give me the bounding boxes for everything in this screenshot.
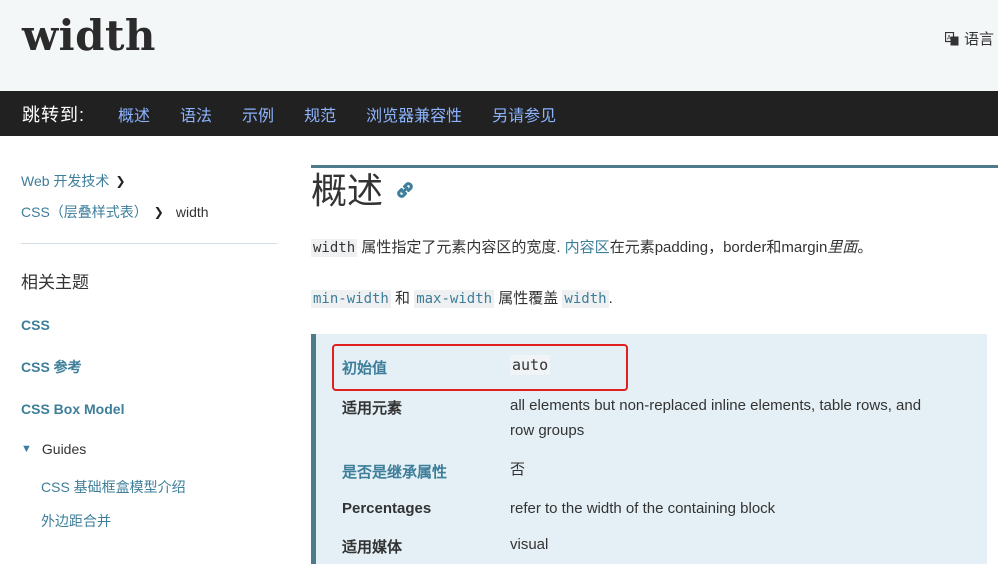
triangle-down-icon: ▼ xyxy=(21,443,32,455)
info-key: 适用元素 xyxy=(342,400,403,417)
sidebar: Web 开发技术 ❯ CSS（层叠样式表） ❯ width 相关主题 CSS C… xyxy=(21,165,277,531)
section-title: 概述 xyxy=(311,171,384,212)
translate-icon: A xyxy=(944,31,959,46)
breadcrumb-web-tech[interactable]: Web 开发技术 xyxy=(21,164,109,198)
sidebar-link-css[interactable]: CSS xyxy=(21,317,277,333)
breadcrumb-current: width xyxy=(175,203,209,220)
section-divider xyxy=(311,165,998,168)
chevron-right-icon: ❯ xyxy=(153,204,164,219)
info-key: 适用媒体 xyxy=(342,539,403,556)
jump-link-syntax[interactable]: 语法 xyxy=(180,102,212,126)
jump-link-examples[interactable]: 示例 xyxy=(242,102,274,126)
override-paragraph: min-width 和 max-width 属性覆盖 width. xyxy=(311,287,613,308)
para-emphasis: 里面 xyxy=(827,239,858,256)
breadcrumb: Web 开发技术 ❯ xyxy=(21,165,277,196)
sidebar-divider xyxy=(21,243,277,244)
sidebar-link-css-reference[interactable]: CSS 参考 xyxy=(21,357,277,377)
jump-link-specifications[interactable]: 规范 xyxy=(304,102,336,126)
jump-link-see-also[interactable]: 另请参见 xyxy=(492,102,556,126)
para-text: 和 xyxy=(390,290,415,307)
sidebar-link-css-box-model[interactable]: CSS Box Model xyxy=(21,401,277,417)
para-text: 属性指定了元素内容区的宽度. xyxy=(357,239,565,256)
breadcrumb: CSS（层叠样式表） ❯ width xyxy=(21,196,277,227)
info-key: Percentages xyxy=(342,500,432,517)
info-value: 否 xyxy=(510,461,526,478)
guides-toggle[interactable]: ▼ Guides xyxy=(21,441,277,457)
jump-label: 跳转到: xyxy=(22,104,86,125)
info-value: all elements but non-replaced inline ele… xyxy=(510,397,922,439)
language-label: 语言 xyxy=(963,31,994,48)
highlight-box xyxy=(332,344,628,391)
para-text: 。 xyxy=(857,239,873,256)
para-text: . xyxy=(608,290,613,307)
jump-link-browser-compat[interactable]: 浏览器兼容性 xyxy=(366,102,462,126)
para-text: 属性覆盖 xyxy=(494,290,563,307)
info-key-link[interactable]: 是否是继承属性 xyxy=(342,461,502,482)
page-header: width A 语言 xyxy=(0,0,998,91)
guide-item-margin-collapsing[interactable]: 外边距合并 xyxy=(41,511,277,531)
min-width-link[interactable]: min-width xyxy=(311,290,391,308)
overview-paragraph: width 属性指定了元素内容区的宽度. 内容区在元素padding，borde… xyxy=(311,236,872,257)
jump-link-overview[interactable]: 概述 xyxy=(118,102,150,126)
jump-bar: 跳转到: 概述 语法 示例 规范 浏览器兼容性 另请参见 xyxy=(0,91,998,136)
code-width: width xyxy=(311,239,358,257)
width-link[interactable]: width xyxy=(562,290,609,308)
max-width-link[interactable]: max-width xyxy=(414,290,495,308)
related-topics-title: 相关主题 xyxy=(21,273,89,293)
info-value: refer to the width of the containing blo… xyxy=(510,500,776,517)
page-title: width xyxy=(22,11,156,60)
content-area-link[interactable]: 内容区 xyxy=(565,239,610,256)
language-button[interactable]: A 语言 xyxy=(944,28,994,49)
para-text: 在元素padding，border和margin xyxy=(609,239,828,256)
breadcrumb-css[interactable]: CSS（层叠样式表） xyxy=(21,195,148,229)
guide-item-box-model-intro[interactable]: CSS 基础框盒模型介绍 xyxy=(41,477,277,497)
guides-label: Guides xyxy=(41,441,87,457)
link-icon[interactable] xyxy=(394,179,416,201)
info-value: visual xyxy=(510,536,549,553)
chevron-right-icon: ❯ xyxy=(115,173,126,188)
